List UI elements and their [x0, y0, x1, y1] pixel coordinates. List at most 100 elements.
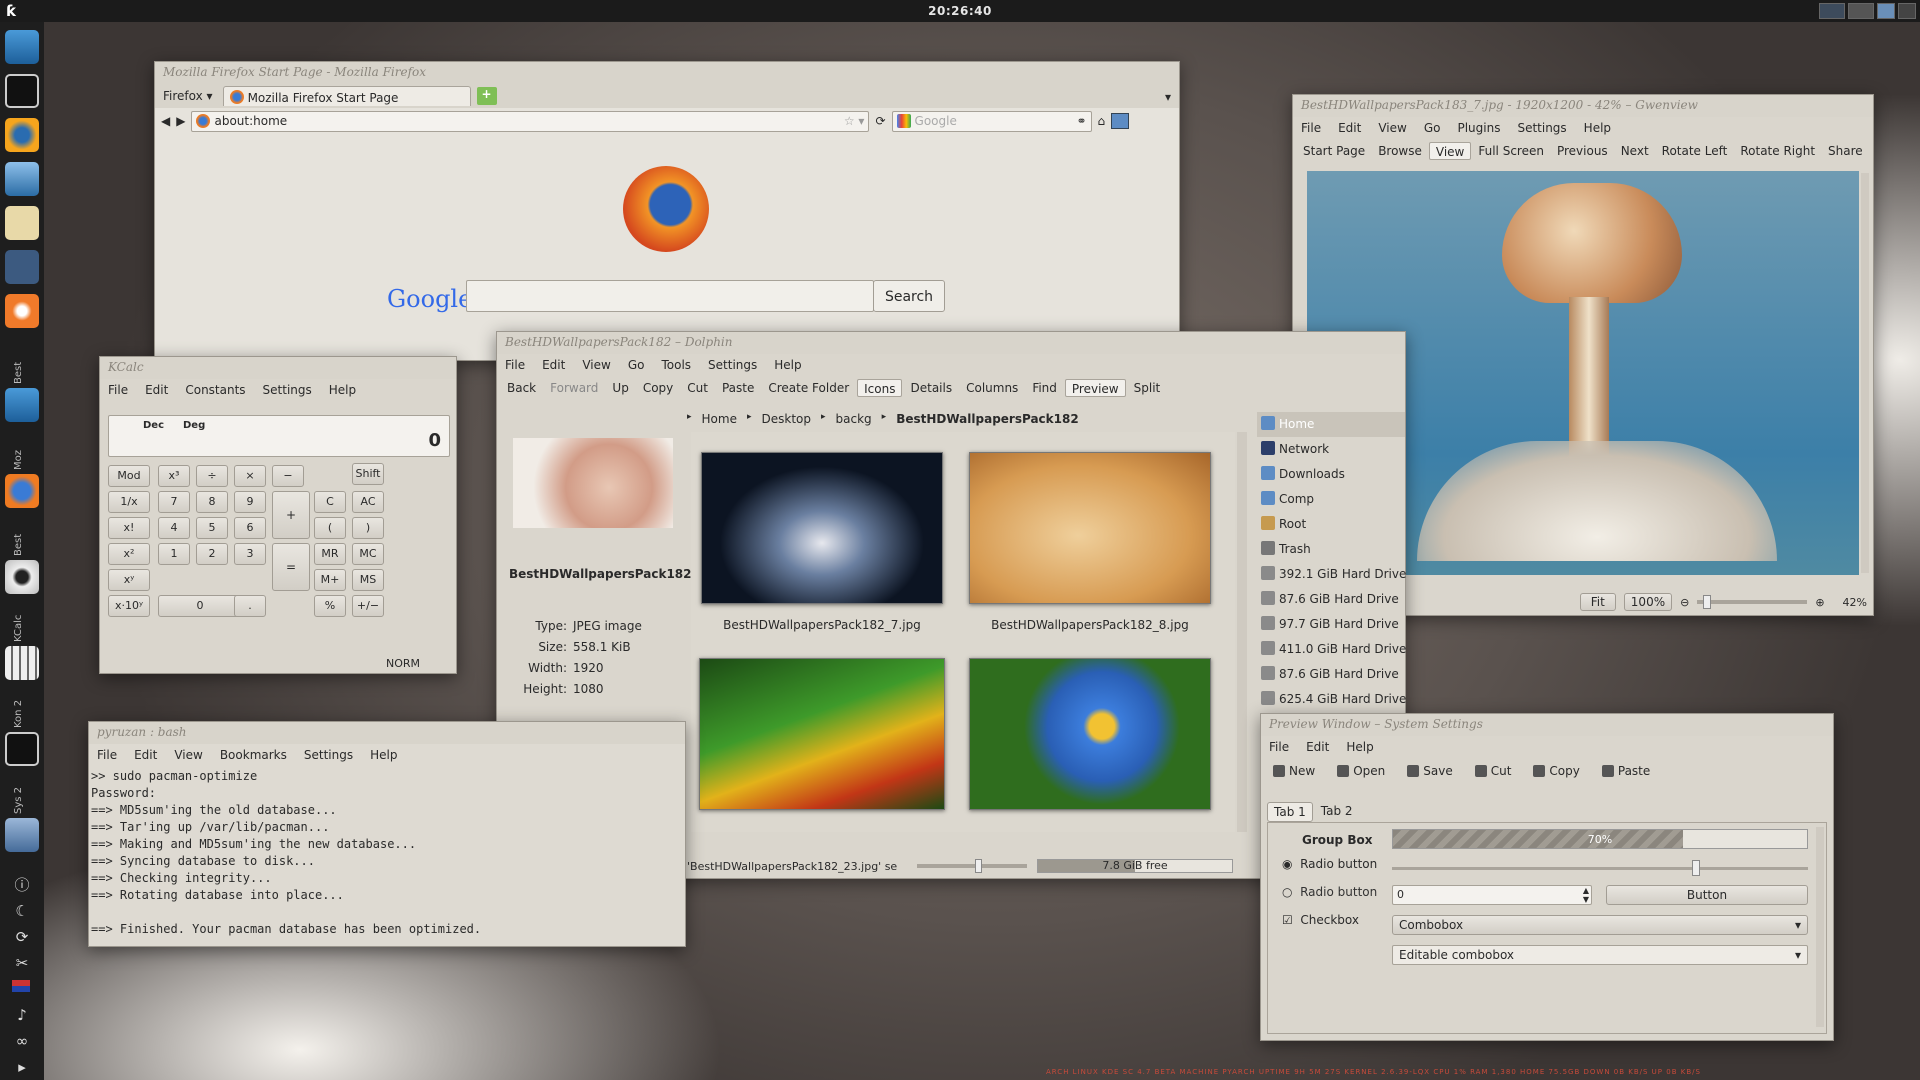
radio-button-2[interactable]: ○ Radio button	[1282, 885, 1377, 899]
zoom-out-icon[interactable]: ⊖	[1680, 596, 1689, 609]
file-thumbnail-chameleon[interactable]	[699, 658, 945, 810]
breadcrumb[interactable]: ▸ Home ▸ Desktop ▸ backg ▸ BestHDWallpapers…	[687, 412, 1079, 426]
google-search-input[interactable]	[466, 280, 874, 312]
search-bar[interactable]: Google ⚭	[891, 110, 1092, 132]
settings-scrollbar[interactable]	[1816, 827, 1824, 1027]
menu-file[interactable]: File	[108, 383, 128, 397]
toolbar-next[interactable]: Next	[1615, 142, 1655, 160]
checkbox[interactable]: ☑ Checkbox	[1282, 913, 1359, 927]
back-icon[interactable]: ◀	[161, 114, 170, 128]
menu-view[interactable]: View	[1378, 121, 1406, 135]
calc-key-plus[interactable]: +	[272, 491, 310, 539]
calc-key-mod[interactable]: Mod	[108, 465, 150, 487]
calc-key-shift[interactable]: Shift	[352, 463, 384, 485]
vertical-scrollbar[interactable]	[1861, 173, 1869, 573]
menu-tools[interactable]: Tools	[661, 358, 691, 372]
terminal-output[interactable]: >> sudo pacman-optimize Password: ==> MD5s…	[89, 766, 685, 940]
menu-bookmarks[interactable]: Bookmarks	[220, 748, 287, 762]
zoom-slider[interactable]	[1697, 595, 1808, 609]
toolbar-create-folder[interactable]: Create Folder	[762, 379, 855, 397]
calc-key-fact[interactable]: x!	[108, 517, 150, 539]
toolbar-up[interactable]: Up	[606, 379, 634, 397]
toolbar-new[interactable]: New	[1267, 762, 1321, 782]
calc-key-cube[interactable]: x³	[158, 465, 190, 487]
place-item[interactable]: Downloads	[1257, 462, 1405, 487]
breadcrumb-item[interactable]: backg	[836, 412, 872, 426]
menu-help[interactable]: Help	[329, 383, 356, 397]
place-item[interactable]: 97.7 GiB Hard Drive	[1257, 612, 1405, 637]
menu-edit[interactable]: Edit	[1338, 121, 1361, 135]
icons-scrollbar[interactable]	[1237, 432, 1247, 832]
calc-key-inv[interactable]: 1/x	[108, 491, 150, 513]
calc-key-eq[interactable]: =	[272, 543, 310, 591]
downloads-icon[interactable]	[1111, 113, 1130, 129]
media-player-icon[interactable]	[5, 250, 39, 284]
calc-key-n8[interactable]: 8	[196, 491, 228, 513]
toolbar-open[interactable]: Open	[1331, 762, 1391, 782]
menu-settings[interactable]: Settings	[304, 748, 353, 762]
toolbar-save[interactable]: Save	[1401, 762, 1458, 782]
menu-help[interactable]: Help	[370, 748, 397, 762]
place-item[interactable]: 87.6 GiB Hard Drive	[1257, 662, 1405, 687]
eye-icon[interactable]	[5, 118, 39, 152]
menu-plugins[interactable]: Plugins	[1457, 121, 1500, 135]
network-icon[interactable]	[1877, 3, 1895, 19]
icons-view[interactable]: BestHDWallpapersPack182_7.jpg BestHDWall…	[691, 432, 1235, 832]
calc-key-c[interactable]: C	[314, 491, 346, 513]
scissors-icon[interactable]: ✂	[12, 954, 32, 974]
settings-icon[interactable]	[1898, 3, 1916, 19]
zoom-in-icon[interactable]: ⊕	[1815, 596, 1824, 609]
toolbar-columns[interactable]: Columns	[960, 379, 1024, 397]
flag-icon[interactable]	[12, 980, 30, 992]
binoculars-icon[interactable]: ⚭	[1076, 114, 1086, 128]
menu-file[interactable]: File	[97, 748, 117, 762]
calc-key-n3[interactable]: 3	[234, 543, 266, 565]
file-thumbnail-flower[interactable]	[969, 658, 1211, 810]
reload-icon[interactable]: ⟳	[875, 114, 885, 128]
expand-icon[interactable]: ▸	[12, 1058, 32, 1078]
breadcrumb-item[interactable]: Home	[702, 412, 737, 426]
place-item[interactable]: Root	[1257, 512, 1405, 537]
notes-icon[interactable]	[5, 206, 39, 240]
system-settings-icon[interactable]	[5, 818, 39, 852]
place-item[interactable]: 392.1 GiB Hard Drive	[1257, 562, 1406, 587]
toolbar-details[interactable]: Details	[904, 379, 958, 397]
menu-go[interactable]: Go	[628, 358, 645, 372]
breadcrumb-item[interactable]: Desktop	[762, 412, 812, 426]
file-thumbnail-8[interactable]	[969, 452, 1211, 604]
url-bar[interactable]: about:home ☆ ▾	[191, 110, 870, 132]
menu-view[interactable]: View	[174, 748, 202, 762]
combobox[interactable]: Combobox ▾	[1392, 915, 1808, 935]
bookmark-star-icon[interactable]: ☆ ▾	[844, 114, 865, 128]
sync-icon[interactable]: ⟳	[12, 928, 32, 948]
calc-key-div[interactable]: ÷	[196, 465, 228, 487]
place-item[interactable]: 411.0 GiB Hard Drive	[1257, 637, 1406, 662]
place-item[interactable]: Network	[1257, 437, 1405, 462]
calc-key-mc[interactable]: MC	[352, 543, 384, 565]
calc-key-n4[interactable]: 4	[158, 517, 190, 539]
menu-file[interactable]: File	[1301, 121, 1321, 135]
dolphin-icon[interactable]	[5, 388, 39, 422]
menu-settings[interactable]: Settings	[708, 358, 757, 372]
tab-start-page[interactable]: Mozilla Firefox Start Page	[222, 86, 471, 106]
place-item[interactable]: 625.4 GiB Hard Drive	[1257, 687, 1406, 712]
push-button[interactable]: Button	[1606, 885, 1808, 905]
terminal-icon[interactable]	[5, 74, 39, 108]
moon-icon[interactable]: ☾	[12, 902, 32, 922]
menu-file[interactable]: File	[1269, 740, 1289, 754]
calc-key-n9[interactable]: 9	[234, 491, 266, 513]
toolbar-forward[interactable]: Forward	[544, 379, 604, 397]
calc-key-ac[interactable]: AC	[352, 491, 384, 513]
toolbar-copy[interactable]: Copy	[1527, 762, 1585, 782]
radio-button-1[interactable]: ◉ Radio button	[1282, 857, 1377, 871]
orange-app-icon[interactable]	[5, 294, 39, 328]
slider-handle[interactable]	[1691, 860, 1700, 876]
calc-key-pow[interactable]: xʸ	[108, 569, 150, 591]
calc-key-n0[interactable]: 0	[158, 595, 242, 617]
tab-list-button[interactable]: ▾	[1161, 86, 1175, 106]
status-zoom-slider[interactable]	[917, 859, 1027, 873]
new-tab-button[interactable]: +	[476, 87, 497, 105]
toolbar-paste[interactable]: Paste	[716, 379, 760, 397]
tab-2[interactable]: Tab 2	[1315, 802, 1359, 822]
zoom-100-button[interactable]: 100%	[1623, 593, 1673, 611]
